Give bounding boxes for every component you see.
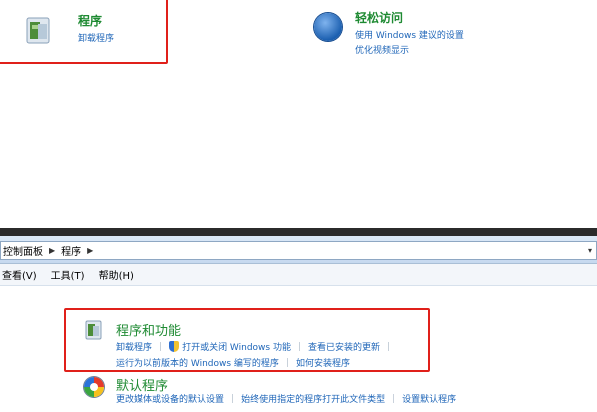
menu-tools[interactable]: 工具(T) [51, 267, 85, 282]
default-programs-icon[interactable] [84, 377, 104, 397]
programs-features-links-row2: 运行为以前版本的 Windows 编写的程序 | 如何安装程序 [116, 356, 350, 370]
address-bar: 控制面板 ▶ 程序 ▶ ▾ [0, 236, 597, 264]
control-panel-category-pane: 程序 卸载程序 轻松访问 使用 Windows 建议的设置 优化视频显示 [0, 0, 597, 228]
shield-icon [169, 341, 180, 352]
view-installed-updates-link[interactable]: 查看已安装的更新 [308, 340, 380, 353]
programs-content: 程序和功能 卸载程序 | 打开或关闭 Windows 功能 | 查看已安装的更新… [0, 286, 597, 412]
change-media-defaults-link[interactable]: 更改媒体或设备的默认设置 [116, 392, 224, 405]
address-dropdown-icon[interactable]: ▾ [588, 246, 592, 255]
run-older-programs-link[interactable]: 运行为以前版本的 Windows 编写的程序 [116, 356, 279, 369]
divider [0, 228, 597, 236]
link-separator: | [392, 393, 396, 404]
link-separator: | [387, 341, 391, 352]
breadcrumb[interactable]: 控制面板 ▶ 程序 ▶ ▾ [0, 241, 597, 260]
link-separator: | [159, 341, 163, 352]
optimize-video-display-link[interactable]: 优化视频显示 [355, 43, 464, 56]
file-type-association-link[interactable]: 始终使用指定的程序打开此文件类型 [241, 392, 385, 405]
programs-features-icon[interactable] [84, 319, 104, 341]
ease-of-access-title[interactable]: 轻松访问 [355, 9, 464, 26]
programs-features-links-row1: 卸载程序 | 打开或关闭 Windows 功能 | 查看已安装的更新 | [116, 340, 397, 353]
breadcrumb-programs[interactable]: 程序 [61, 243, 81, 258]
uninstall-program-link[interactable]: 卸载程序 [78, 31, 114, 44]
set-default-programs-link[interactable]: 设置默认程序 [402, 392, 456, 405]
how-to-install-link[interactable]: 如何安装程序 [296, 356, 350, 369]
link-separator: | [231, 393, 235, 404]
programs-icon[interactable] [24, 14, 54, 46]
programs-and-features-title[interactable]: 程序和功能 [116, 320, 181, 339]
default-programs-links: 更改媒体或设备的默认设置 | 始终使用指定的程序打开此文件类型 | 设置默认程序 [116, 392, 456, 406]
programs-category: 程序 卸载程序 [78, 12, 114, 44]
turn-windows-features-link[interactable]: 打开或关闭 Windows 功能 [182, 340, 291, 353]
link-separator: | [285, 357, 289, 368]
uninstall-program-link[interactable]: 卸载程序 [116, 340, 152, 353]
windows-recommended-settings-link[interactable]: 使用 Windows 建议的设置 [355, 28, 464, 41]
breadcrumb-separator-icon[interactable]: ▶ [87, 246, 93, 255]
breadcrumb-control-panel[interactable]: 控制面板 [3, 243, 43, 258]
menu-view[interactable]: 查看(V) [2, 267, 37, 282]
link-separator: | [297, 341, 302, 352]
programs-title[interactable]: 程序 [78, 12, 114, 29]
menu-help[interactable]: 帮助(H) [99, 267, 134, 282]
breadcrumb-separator-icon[interactable]: ▶ [49, 246, 55, 255]
menu-bar: 查看(V) 工具(T) 帮助(H) [0, 264, 597, 286]
ease-of-access-category: 轻松访问 使用 Windows 建议的设置 优化视频显示 [355, 9, 464, 56]
ease-of-access-icon[interactable] [314, 13, 342, 41]
